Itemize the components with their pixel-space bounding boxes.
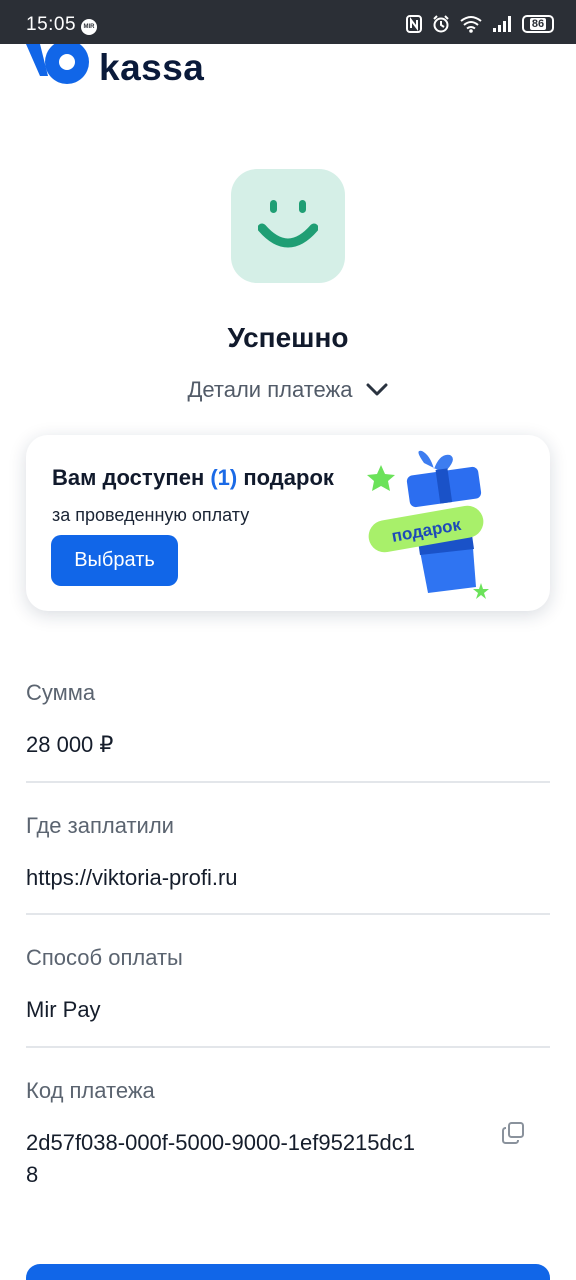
promo-title: Вам доступен (1) подарок bbox=[52, 465, 334, 491]
promo-title-prefix: Вам доступен bbox=[52, 465, 205, 490]
payment-code-line-2: 8 bbox=[26, 1162, 39, 1187]
amount-value: 28 000 ₽ bbox=[26, 732, 114, 757]
promo-gift-count: (1) bbox=[210, 465, 238, 490]
mir-pay-status-icon: MIR bbox=[81, 19, 97, 35]
mir-badge-text: MIR bbox=[83, 24, 95, 30]
promo-subtitle: за проведенную оплату bbox=[52, 505, 250, 525]
merchant-label: Где заплатили bbox=[26, 813, 174, 838]
amount-label: Сумма bbox=[26, 680, 96, 705]
payment-code-value: 2d57f038-000f-5000-9000-1ef95215dc1 8 bbox=[26, 1127, 550, 1191]
success-smile-tile bbox=[231, 169, 345, 283]
payment-code-label: Код платежа bbox=[26, 1078, 155, 1103]
payment-status-title: Успешно bbox=[227, 322, 349, 353]
divider bbox=[26, 781, 550, 783]
gift-box-icon: подарок bbox=[367, 450, 489, 599]
status-icons: 86 bbox=[406, 14, 554, 34]
payment-details-label: Детали платежа bbox=[187, 377, 353, 402]
payment-code-row: Код платежа 2d57f038-000f-5000-9000-1ef9… bbox=[26, 1078, 550, 1191]
choose-gift-button[interactable]: Выбрать bbox=[51, 535, 178, 586]
battery-icon: 86 bbox=[522, 15, 554, 33]
alarm-icon bbox=[433, 15, 449, 33]
bottom-action-button[interactable] bbox=[26, 1264, 550, 1280]
logo-text: kassa bbox=[99, 47, 205, 88]
gift-promo-card: Вам доступен (1) подарок за проведенную … bbox=[26, 435, 550, 611]
smile-icon bbox=[258, 200, 318, 248]
merchant-row: Где заплатили https://viktoria-profi.ru bbox=[26, 813, 550, 894]
divider bbox=[26, 1046, 550, 1048]
payment-method-label: Способ оплаты bbox=[26, 945, 183, 970]
kassa-logo: kassa bbox=[26, 44, 226, 90]
payment-method-row: Способ оплаты Mir Pay bbox=[26, 945, 550, 1026]
divider bbox=[26, 913, 550, 915]
amount-row: Сумма 28 000 ₽ bbox=[26, 680, 550, 761]
merchant-value: https://viktoria-profi.ru bbox=[26, 865, 238, 890]
status-bar: 15:05 MIR 86 bbox=[0, 0, 576, 44]
promo-title-suffix: подарок bbox=[243, 465, 334, 490]
status-time: 15:05 bbox=[26, 14, 77, 35]
signal-icon bbox=[493, 16, 511, 32]
chevron-down-icon bbox=[366, 383, 388, 396]
logo-mark-icon bbox=[26, 44, 89, 84]
copy-icon[interactable] bbox=[501, 1121, 525, 1145]
payment-method-value: Mir Pay bbox=[26, 997, 101, 1022]
payment-code-line-1: 2d57f038-000f-5000-9000-1ef95215dc1 bbox=[26, 1130, 415, 1155]
wifi-icon bbox=[460, 16, 482, 33]
battery-level: 86 bbox=[529, 18, 547, 30]
payment-details-toggle[interactable]: Детали платежа bbox=[0, 377, 576, 403]
nfc-icon bbox=[406, 15, 422, 33]
